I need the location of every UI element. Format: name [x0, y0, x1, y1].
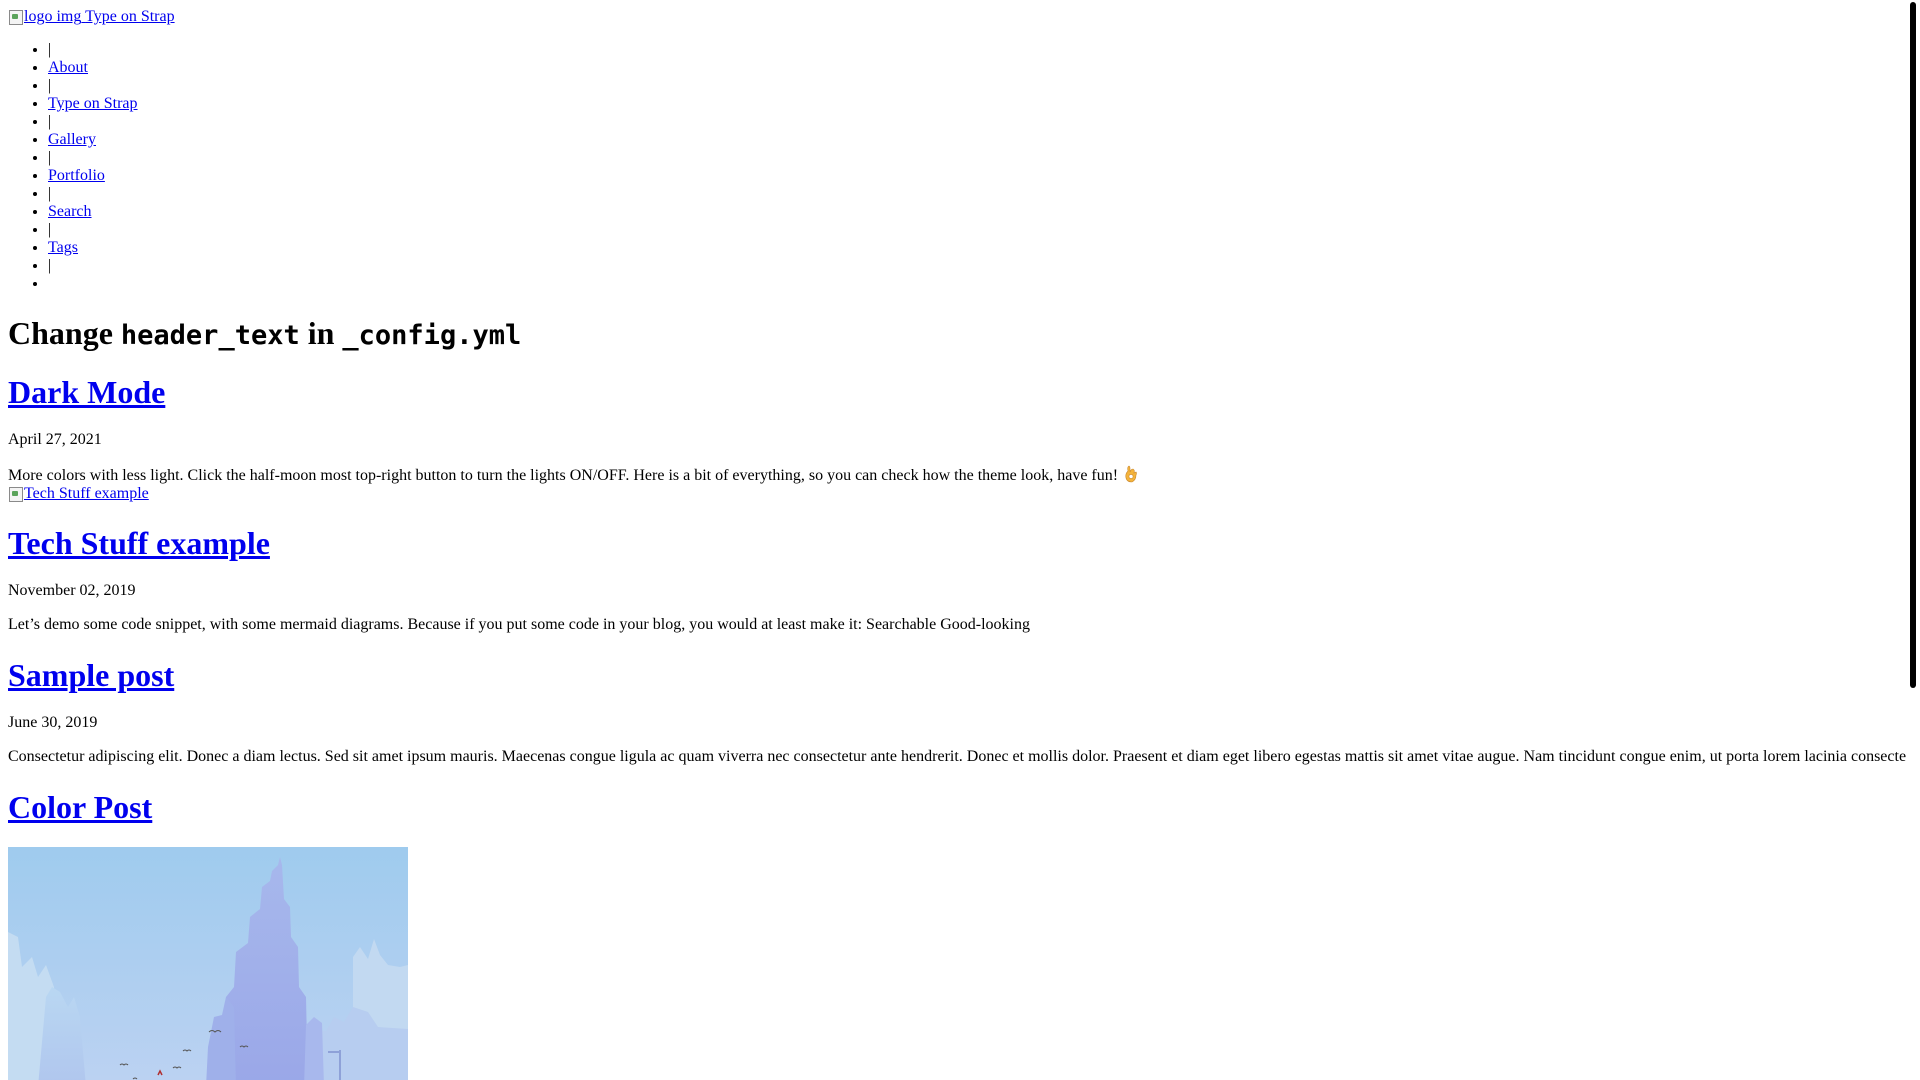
- nav-separator: |: [48, 221, 138, 239]
- nav-item-search: Search: [48, 203, 138, 221]
- page: logo img Type on Strap | About | Type on…: [8, 0, 1908, 1080]
- header-text-prefix: Change: [8, 315, 121, 351]
- post-title: Tech Stuff example: [8, 523, 270, 563]
- header-text: Change header_text in _config.yml: [8, 313, 521, 356]
- post-excerpt: Consectetur adipiscing elit. Donec a dia…: [8, 748, 1908, 765]
- scrollbar-thumb[interactable]: [1910, 2, 1916, 688]
- color-post-image[interactable]: [8, 847, 408, 1080]
- post-date: June 30, 2019: [8, 714, 98, 731]
- nav-separator: |: [48, 185, 138, 203]
- nav-link-type-on-strap[interactable]: Type on Strap: [48, 95, 138, 112]
- post-excerpt-text: More colors with less light. Click the h…: [8, 467, 1119, 484]
- nav-item-type-on-strap: Type on Strap: [48, 95, 138, 113]
- logo-alt-text: logo img: [24, 8, 82, 25]
- nav-item-tags: Tags: [48, 239, 138, 257]
- thumbnail-icon: [8, 486, 24, 502]
- site-title-link[interactable]: logo img Type on Strap: [8, 8, 175, 25]
- vertical-scrollbar[interactable]: [1906, 0, 1920, 1080]
- nav-item-about: About: [48, 59, 138, 77]
- nav-separator: |: [48, 257, 138, 275]
- logo-icon: [8, 9, 24, 25]
- ok-hand-icon: [1125, 465, 1137, 483]
- post-title: Sample post: [8, 655, 174, 695]
- nav-separator: |: [48, 149, 138, 167]
- post-title: Dark Mode: [8, 372, 165, 412]
- city-skyline-illustration: [8, 847, 408, 1080]
- post-excerpt: Let’s demo some code snippet, with some …: [8, 616, 1030, 633]
- thumbnail-alt-text: Tech Stuff example: [24, 485, 149, 502]
- post-thumbnail-link[interactable]: Tech Stuff example: [8, 485, 149, 503]
- post-title: Color Post: [8, 787, 152, 827]
- nav-separator: |: [48, 77, 138, 95]
- post-excerpt: More colors with less light. Click the h…: [8, 465, 1138, 486]
- nav-link-tags[interactable]: Tags: [48, 239, 78, 256]
- header-text-code-key: header_text: [120, 320, 300, 351]
- nav-link-portfolio[interactable]: Portfolio: [48, 167, 105, 184]
- nav-item-empty: [48, 275, 138, 293]
- nav-separator: |: [48, 41, 138, 59]
- nav-link-about[interactable]: About: [48, 59, 88, 76]
- site-title: Type on Strap: [85, 8, 175, 25]
- post-date: April 27, 2021: [8, 431, 102, 448]
- nav-link-search[interactable]: Search: [48, 203, 92, 220]
- post-title-link-color-post[interactable]: Color Post: [8, 789, 152, 825]
- post-title-link-sample-post[interactable]: Sample post: [8, 657, 174, 693]
- post-title-link-dark-mode[interactable]: Dark Mode: [8, 374, 165, 410]
- nav-item-gallery: Gallery: [48, 131, 138, 149]
- nav-link-gallery[interactable]: Gallery: [48, 131, 96, 148]
- header-text-middle: in: [299, 315, 343, 351]
- nav-item-portfolio: Portfolio: [48, 167, 138, 185]
- site-header: logo img Type on Strap: [8, 8, 175, 26]
- post-title-link-tech-stuff[interactable]: Tech Stuff example: [8, 525, 270, 561]
- header-text-code-file: _config.yml: [342, 320, 522, 351]
- post-date: November 02, 2019: [8, 582, 136, 599]
- nav-menu: | About | Type on Strap | Gallery | Port…: [8, 41, 138, 293]
- nav-separator: |: [48, 113, 138, 131]
